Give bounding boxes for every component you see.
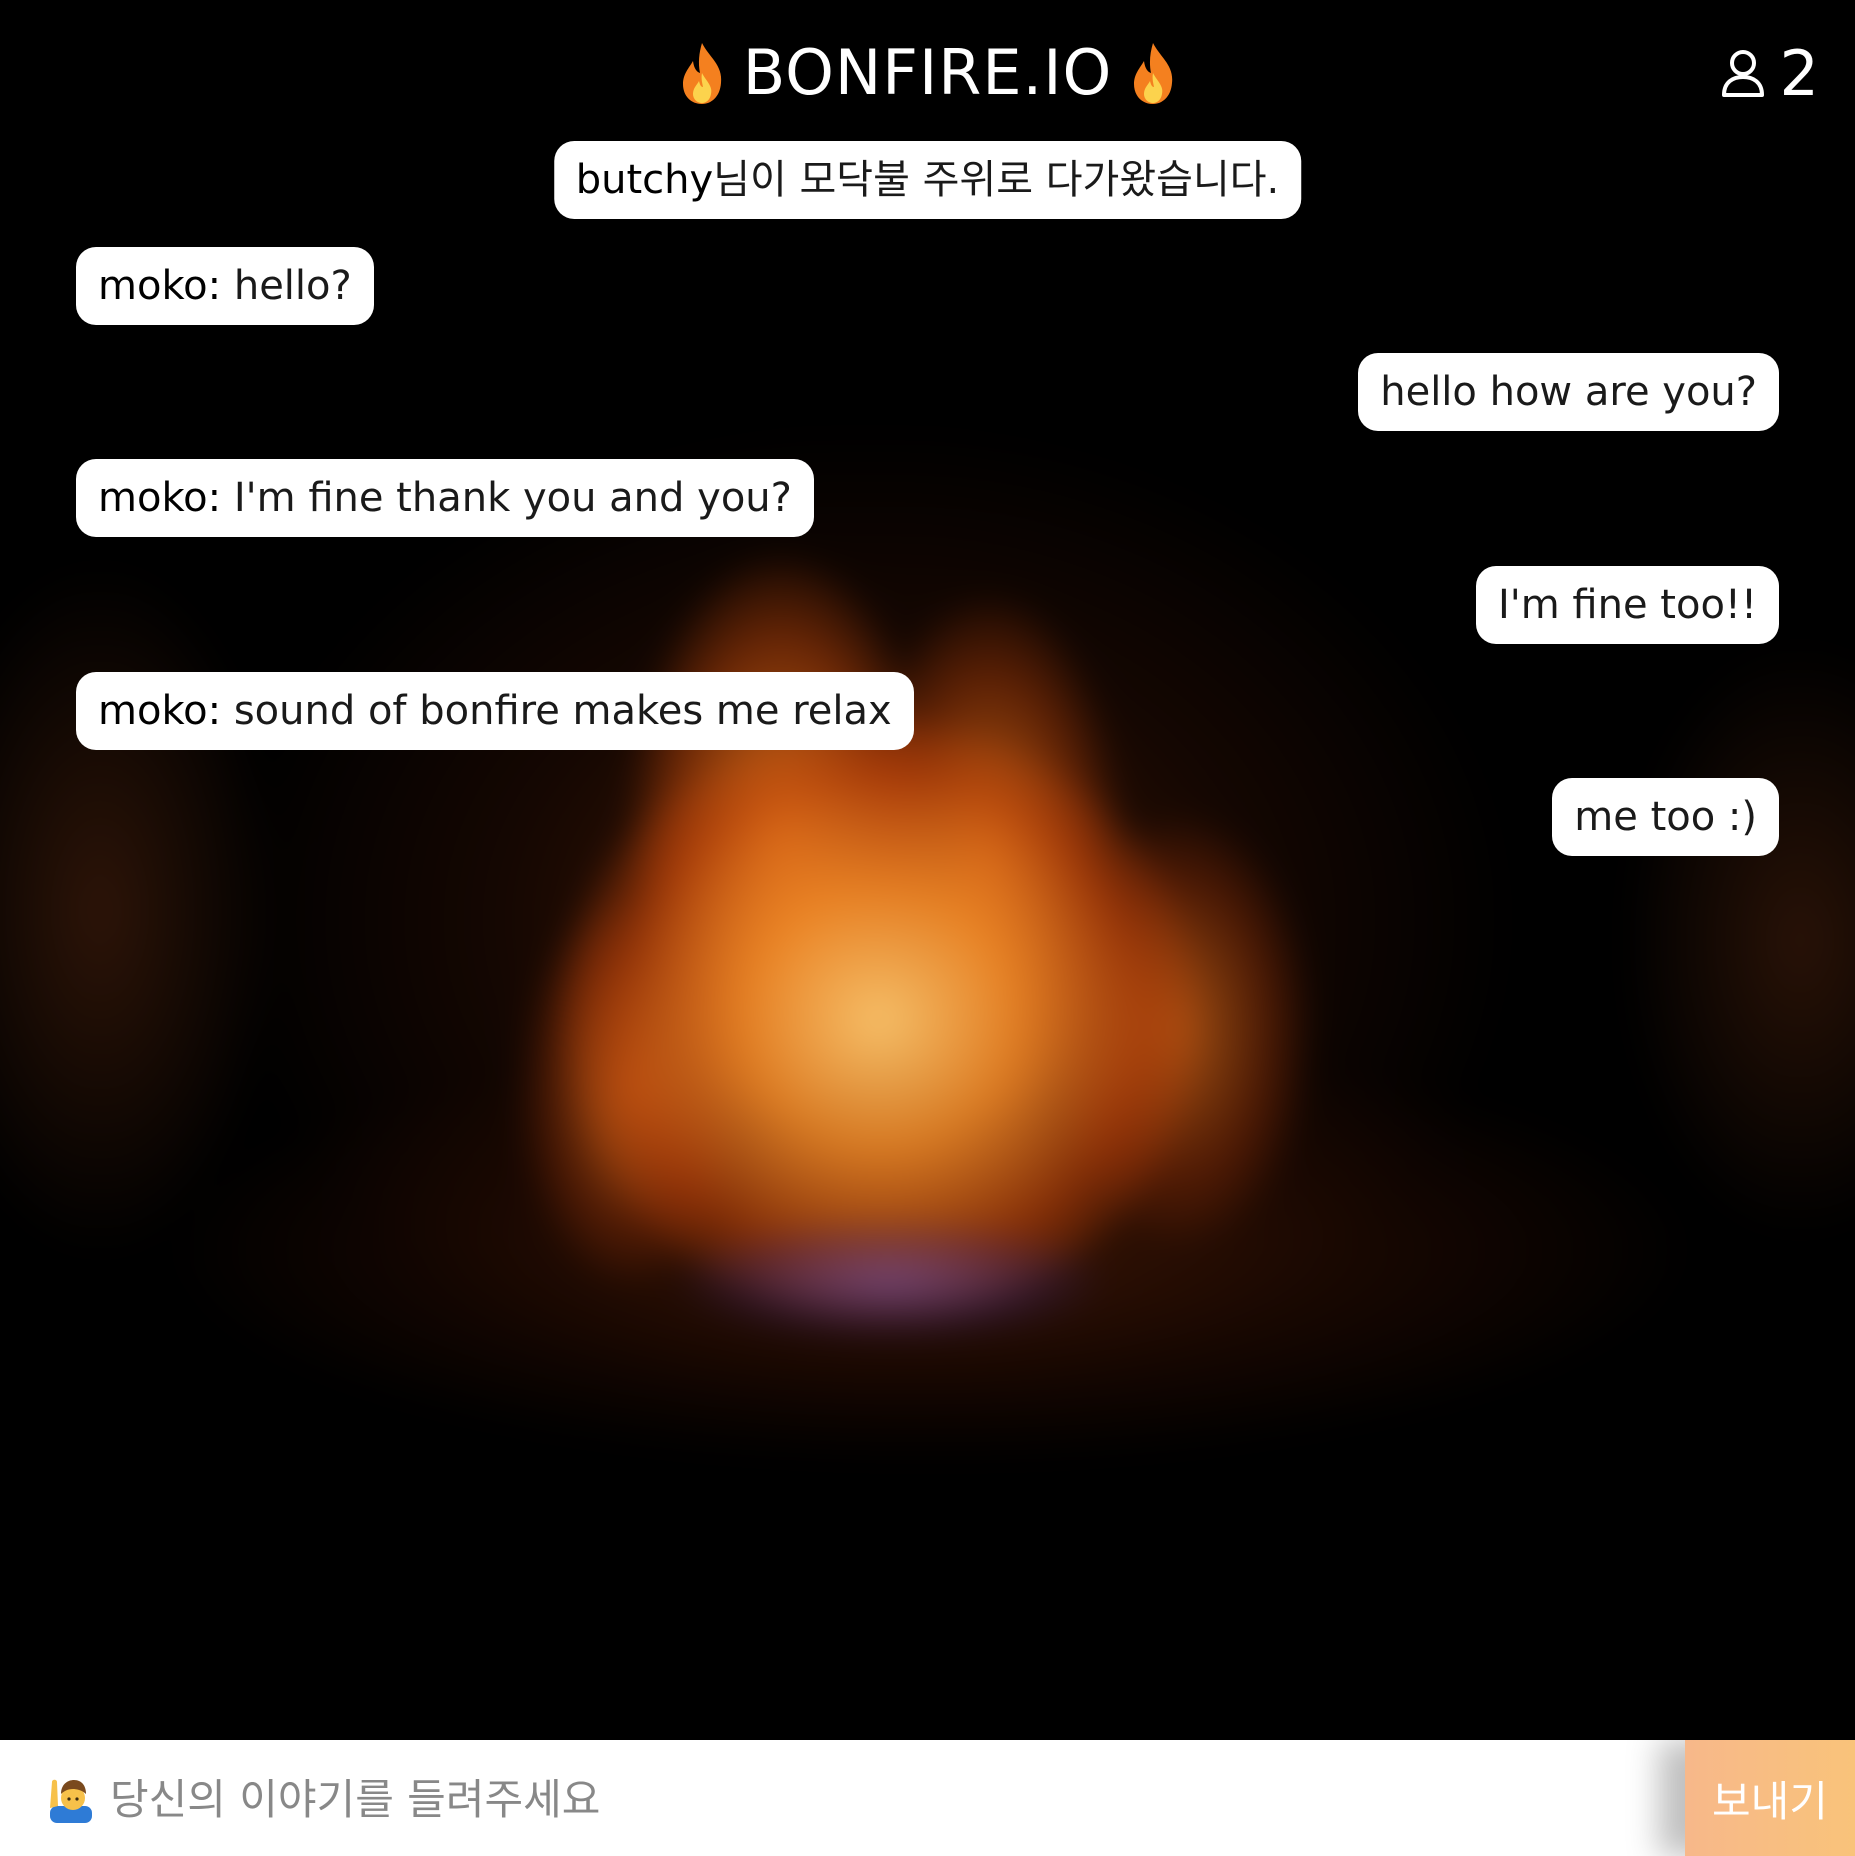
message-text: sound of bonfire makes me relax — [221, 688, 892, 734]
message-author: moko: — [98, 263, 222, 309]
fire-icon — [679, 39, 725, 104]
message-text: hello? — [221, 263, 352, 309]
header: BONFIRE.IO 2 — [0, 28, 1855, 118]
chat-app: BONFIRE.IO 2 butchy님이 모닥불 주위로 다가왔습니다. mo… — [0, 0, 1855, 1856]
message-author: moko: — [98, 475, 222, 521]
chat-message-right: me too :) — [1552, 778, 1779, 856]
chat-message-left: moko: sound of bonfire makes me relax — [76, 672, 914, 750]
message-author: moko: — [98, 688, 222, 734]
online-users: 2 — [1720, 28, 1819, 118]
system-message-text: 님이 모닥불 주위로 다가왔습니다. — [713, 157, 1280, 203]
fire-icon — [1130, 39, 1176, 104]
user-count: 2 — [1779, 36, 1819, 110]
message-text: I'm fine too!! — [1497, 582, 1757, 628]
send-button[interactable]: 보내기 — [1685, 1740, 1855, 1856]
chat-message-right: I'm fine too!! — [1475, 566, 1779, 644]
user-icon — [1721, 50, 1764, 97]
system-message: butchy님이 모닥불 주위로 다가왔습니다. — [553, 141, 1302, 219]
message-input[interactable] — [108, 1758, 1652, 1840]
app-title: BONFIRE.IO — [0, 28, 1855, 118]
chat-message-left: moko: hello? — [76, 247, 374, 325]
message-text: I'm fine thank you and you? — [221, 475, 792, 521]
chat-message-left: moko: I'm fine thank you and you? — [76, 459, 814, 537]
chat-message-right: hello how are you? — [1358, 353, 1779, 431]
person-raising-hand-icon — [46, 1776, 96, 1824]
message-text: hello how are you? — [1380, 369, 1757, 415]
app-title-text: BONFIRE.IO — [742, 36, 1113, 109]
message-composer: 보내기 — [0, 1737, 1855, 1856]
message-text: me too :) — [1574, 794, 1757, 840]
system-message-user: butchy — [575, 157, 714, 203]
